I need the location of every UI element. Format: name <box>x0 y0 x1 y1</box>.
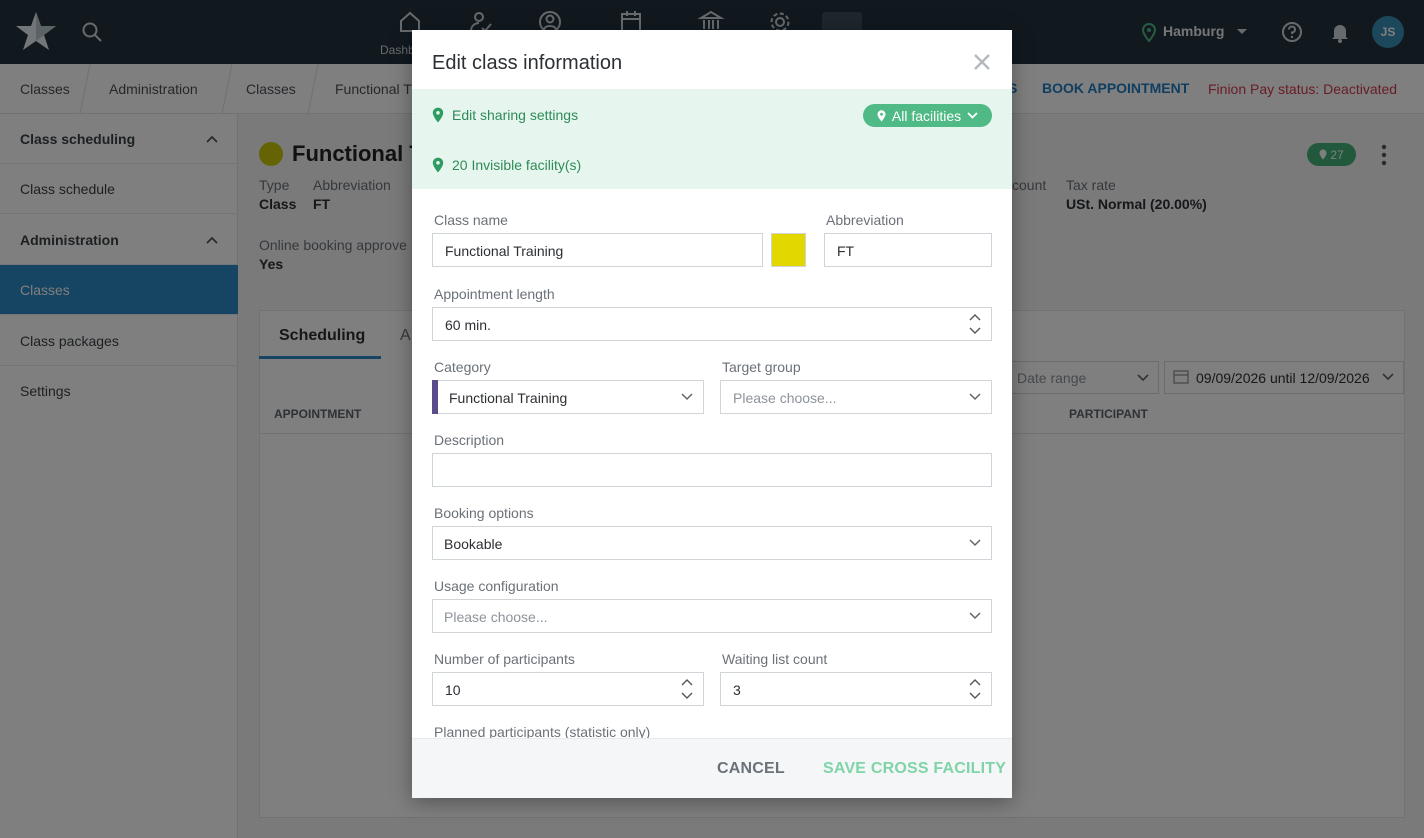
class-name-input[interactable]: Functional Training <box>432 233 763 267</box>
category-color-bar <box>432 380 438 414</box>
chevron-down-icon[interactable] <box>969 612 981 620</box>
booking-options-label: Booking options <box>434 505 534 521</box>
category-select[interactable]: Functional Training <box>432 380 704 414</box>
stepper-arrows-icon[interactable] <box>681 678 693 700</box>
participants-input[interactable]: 10 <box>432 672 704 706</box>
stepper-arrows-icon[interactable] <box>969 678 981 700</box>
appointment-length-input[interactable]: 60 min. <box>432 307 992 341</box>
cancel-button[interactable]: CANCEL <box>717 760 785 778</box>
target-group-select[interactable]: Please choose... <box>720 380 992 414</box>
waiting-list-input[interactable]: 3 <box>720 672 992 706</box>
edit-sharing-settings-link[interactable]: Edit sharing settings <box>432 107 578 123</box>
class-name-label: Class name <box>434 212 508 228</box>
invisible-facilities-label: 20 Invisible facility(s) <box>452 157 582 173</box>
facilities-label: All facilities <box>891 107 962 124</box>
facilities-dropdown[interactable]: All facilities <box>863 104 992 127</box>
class-color-picker[interactable] <box>771 233 806 267</box>
abbreviation-label: Abbreviation <box>826 212 904 228</box>
abbreviation-input[interactable]: FT <box>824 233 992 267</box>
chevron-down-icon[interactable] <box>969 393 981 401</box>
chevron-down-icon <box>967 112 978 119</box>
description-input[interactable] <box>432 453 992 487</box>
invisible-facilities-info: 20 Invisible facility(s) <box>432 157 581 173</box>
location-pin-icon <box>432 107 444 123</box>
modal-title: Edit class information <box>432 52 623 74</box>
description-label: Description <box>434 432 505 448</box>
chevron-down-icon[interactable] <box>969 539 981 547</box>
booking-options-select[interactable]: Bookable <box>432 526 992 560</box>
edit-sharing-settings-label: Edit sharing settings <box>452 107 579 123</box>
waiting-list-label: Waiting list count <box>722 651 828 667</box>
appointment-length-label: Appointment length <box>434 286 555 302</box>
save-cross-facility-button[interactable]: SAVE CROSS FACILITY <box>823 760 1006 778</box>
category-label: Category <box>434 359 491 375</box>
stepper-arrows-icon[interactable] <box>969 313 981 335</box>
participants-label: Number of participants <box>434 651 575 667</box>
usage-configuration-label: Usage configuration <box>434 578 559 594</box>
chevron-down-icon[interactable] <box>681 393 693 401</box>
close-icon[interactable] <box>972 52 992 72</box>
usage-configuration-select[interactable]: Please choose... <box>432 599 992 633</box>
location-pin-icon <box>432 157 444 173</box>
target-group-label: Target group <box>722 359 801 375</box>
edit-class-modal: Edit class information Edit sharing sett… <box>412 30 1012 798</box>
location-pin-icon <box>877 109 886 121</box>
